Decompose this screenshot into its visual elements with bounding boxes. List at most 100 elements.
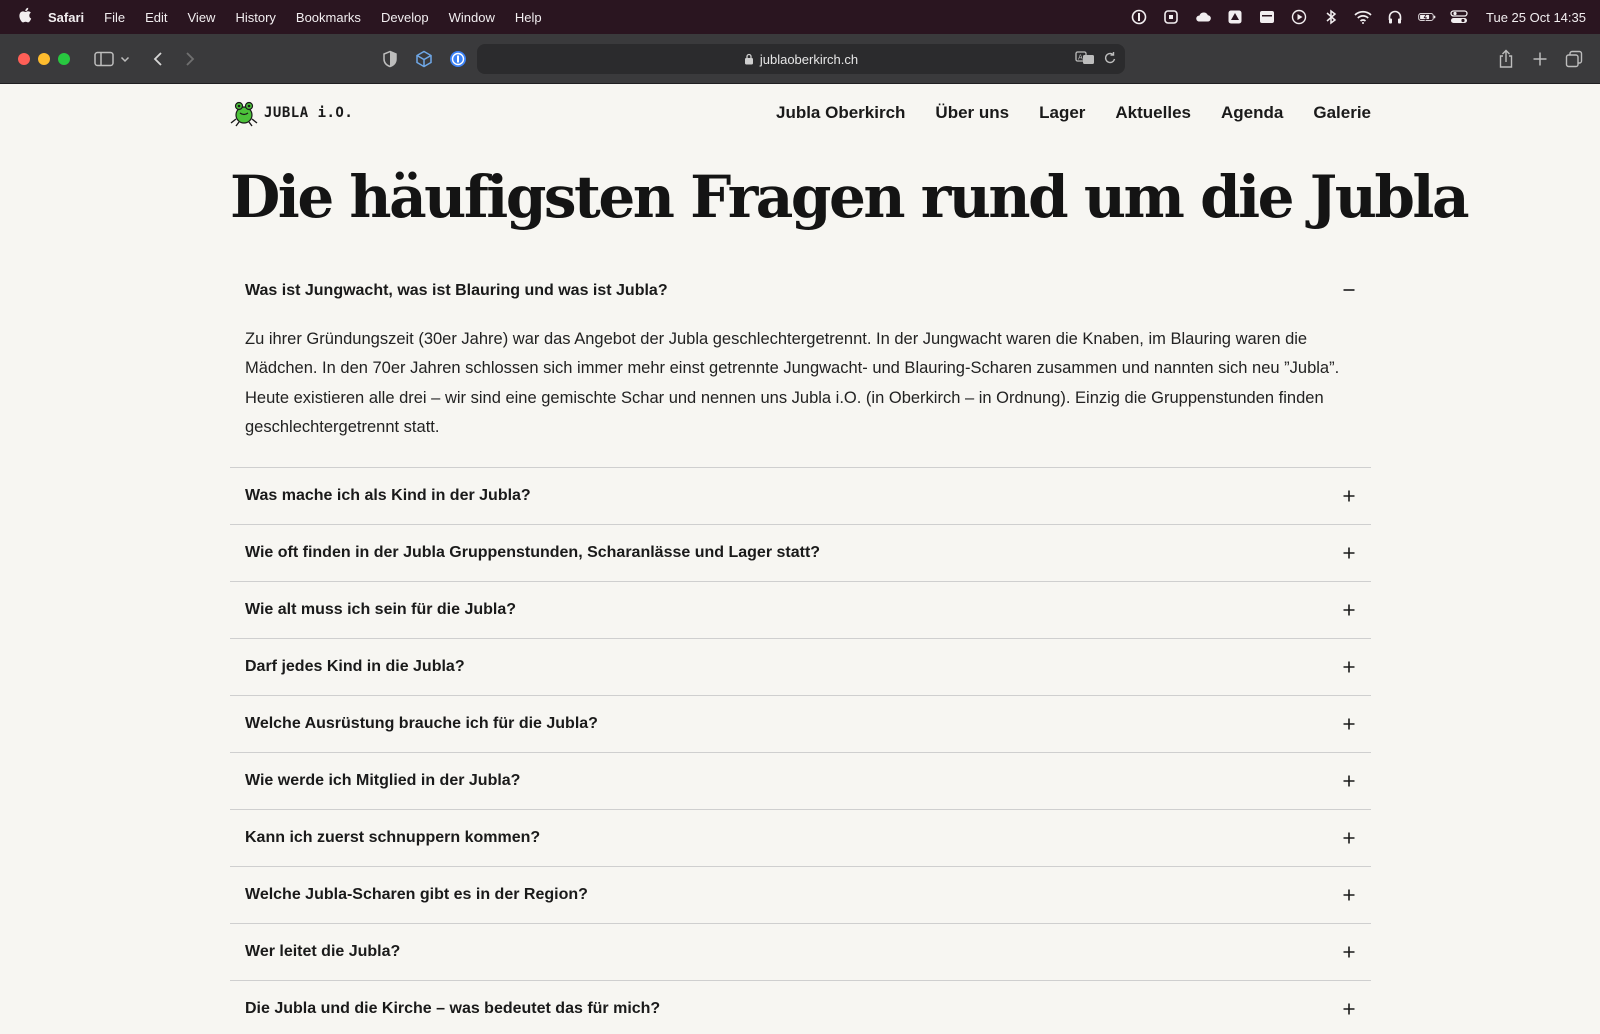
nav-jubla-oberkirch[interactable]: Jubla Oberkirch	[776, 103, 905, 123]
plus-icon[interactable]	[1341, 887, 1357, 903]
lock-icon	[744, 53, 754, 65]
onepassword-icon[interactable]	[444, 45, 472, 73]
sidebar-icon[interactable]	[90, 45, 118, 73]
nav-galerie[interactable]: Galerie	[1313, 103, 1371, 123]
page-container: JUBLA i.O. Jubla Oberkirch Über uns Lage…	[230, 84, 1470, 1034]
plus-icon[interactable]	[1341, 716, 1357, 732]
box-icon[interactable]	[410, 45, 438, 73]
minimize-window-button[interactable]	[38, 52, 50, 65]
plus-icon[interactable]	[1341, 944, 1357, 960]
url-text: jublaoberkirch.ch	[759, 51, 859, 67]
logo-text: JUBLA i.O.	[264, 105, 354, 121]
faq-item: Kann ich zuerst schnuppern kommen?	[230, 810, 1371, 867]
menu-history[interactable]: History	[235, 10, 275, 25]
frog-logo-icon	[230, 99, 258, 127]
address-bar[interactable]: jublaoberkirch.ch A	[477, 44, 1125, 74]
battery-icon[interactable]	[1418, 8, 1436, 26]
web-page: JUBLA i.O. Jubla Oberkirch Über uns Lage…	[0, 84, 1600, 1034]
svg-text:A: A	[1078, 54, 1083, 62]
play-icon[interactable]	[1290, 8, 1308, 26]
faq-question-button[interactable]: Welche Jubla-Scharen gibt es in der Regi…	[230, 867, 1371, 923]
faq-item: Wie alt muss ich sein für die Jubla?	[230, 582, 1371, 639]
faq-question-button[interactable]: Kann ich zuerst schnuppern kommen?	[230, 810, 1371, 866]
faq-question-button[interactable]: Darf jedes Kind in die Jubla?	[230, 639, 1371, 695]
plus-icon[interactable]	[1341, 602, 1357, 618]
faq-question-button[interactable]: Wie alt muss ich sein für die Jubla?	[230, 582, 1371, 638]
faq-item: Die Jubla und die Kirche – was bedeutet …	[230, 981, 1371, 1034]
bluetooth-icon[interactable]	[1322, 8, 1340, 26]
headphones-icon[interactable]	[1386, 8, 1404, 26]
faq-question-text: Wer leitet die Jubla?	[245, 942, 401, 960]
plus-icon[interactable]	[1341, 1001, 1357, 1017]
control-center-icon[interactable]	[1450, 8, 1468, 26]
faq-question-button[interactable]: Welche Ausrüstung brauche ich für die Ju…	[230, 696, 1371, 752]
new-tab-icon[interactable]	[1526, 45, 1554, 73]
faq-question-text: Was mache ich als Kind in der Jubla?	[245, 486, 531, 504]
faq-item: Was mache ich als Kind in der Jubla?	[230, 468, 1371, 525]
browser-toolbar: jublaoberkirch.ch A	[0, 34, 1600, 84]
macos-menu-bar: Safari File Edit View History Bookmarks …	[0, 0, 1600, 34]
translate-icon[interactable]: A	[1075, 50, 1095, 66]
window-controls	[18, 52, 70, 65]
faq-item: Welche Jubla-Scharen gibt es in der Regi…	[230, 867, 1371, 924]
faq-question-text: Kann ich zuerst schnuppern kommen?	[245, 828, 541, 846]
faq-item: Wie werde ich Mitglied in der Jubla?	[230, 753, 1371, 810]
faq-question-text: Darf jedes Kind in die Jubla?	[245, 657, 465, 675]
nav-aktuelles[interactable]: Aktuelles	[1115, 103, 1191, 123]
tabs-icon[interactable]	[1560, 45, 1588, 73]
faq-question-text: Wie oft finden in der Jubla Gruppenstund…	[245, 543, 821, 561]
cloud-icon[interactable]	[1194, 8, 1212, 26]
faq-item: Wie oft finden in der Jubla Gruppenstund…	[230, 525, 1371, 582]
menu-develop[interactable]: Develop	[381, 10, 429, 25]
site-logo[interactable]: JUBLA i.O.	[230, 99, 353, 127]
shield-icon[interactable]	[376, 45, 404, 73]
onepassword-icon[interactable]	[1130, 8, 1148, 26]
plus-icon[interactable]	[1341, 488, 1357, 504]
plus-icon[interactable]	[1341, 830, 1357, 846]
faq-question-button[interactable]: Wie werde ich Mitglied in der Jubla?	[230, 753, 1371, 809]
menu-help[interactable]: Help	[515, 10, 542, 25]
wifi-icon[interactable]	[1354, 8, 1372, 26]
plus-icon[interactable]	[1341, 545, 1357, 561]
nav-agenda[interactable]: Agenda	[1221, 103, 1283, 123]
faq-question-text: Welche Ausrüstung brauche ich für die Ju…	[245, 714, 598, 732]
share-icon[interactable]	[1492, 45, 1520, 73]
menu-window[interactable]: Window	[449, 10, 495, 25]
reload-icon[interactable]	[1103, 50, 1117, 66]
screen-icon[interactable]	[1162, 8, 1180, 26]
menu-bookmarks[interactable]: Bookmarks	[296, 10, 361, 25]
faq-question-text: Wie alt muss ich sein für die Jubla?	[245, 600, 517, 618]
menu-view[interactable]: View	[188, 10, 216, 25]
plus-icon[interactable]	[1341, 773, 1357, 789]
drive-icon[interactable]	[1226, 8, 1244, 26]
minus-icon[interactable]	[1341, 282, 1357, 298]
back-icon[interactable]	[144, 45, 172, 73]
menubar-clock[interactable]: Tue 25 Oct 14:35	[1486, 10, 1586, 25]
faq-question-button[interactable]: Wer leitet die Jubla?	[230, 924, 1371, 980]
faq-question-button[interactable]: Was ist Jungwacht, was ist Blauring und …	[230, 282, 1371, 322]
faq-question-button[interactable]: Die Jubla und die Kirche – was bedeutet …	[230, 981, 1371, 1034]
site-header: JUBLA i.O. Jubla Oberkirch Über uns Lage…	[230, 84, 1371, 142]
faq-question-button[interactable]: Wie oft finden in der Jubla Gruppenstund…	[230, 525, 1371, 581]
faq-question-button[interactable]: Was mache ich als Kind in der Jubla?	[230, 468, 1371, 524]
faq-item: Wer leitet die Jubla?	[230, 924, 1371, 981]
forward-icon[interactable]	[176, 45, 204, 73]
page-title: Die häufigsten Fragen rund um die Jubla	[230, 163, 1470, 231]
chevron-down-icon[interactable]	[118, 45, 132, 73]
faq-accordion: Was ist Jungwacht, was ist Blauring und …	[230, 282, 1371, 1034]
plus-icon[interactable]	[1341, 659, 1357, 675]
menu-edit[interactable]: Edit	[145, 10, 167, 25]
apple-menu-icon[interactable]	[16, 7, 34, 27]
main-nav: Jubla Oberkirch Über uns Lager Aktuelles…	[776, 103, 1371, 123]
menu-file[interactable]: File	[104, 10, 125, 25]
faq-question-text: Die Jubla und die Kirche – was bedeutet …	[245, 999, 661, 1017]
nav-lager[interactable]: Lager	[1039, 103, 1085, 123]
close-window-button[interactable]	[18, 52, 30, 65]
calendar-icon[interactable]	[1258, 8, 1276, 26]
zoom-window-button[interactable]	[58, 52, 70, 65]
faq-question-text: Welche Jubla-Scharen gibt es in der Regi…	[245, 885, 588, 903]
menu-app-name[interactable]: Safari	[48, 10, 84, 25]
nav-ueber-uns[interactable]: Über uns	[935, 103, 1009, 123]
faq-item: Welche Ausrüstung brauche ich für die Ju…	[230, 696, 1371, 753]
faq-question-text: Was ist Jungwacht, was ist Blauring und …	[245, 281, 668, 299]
